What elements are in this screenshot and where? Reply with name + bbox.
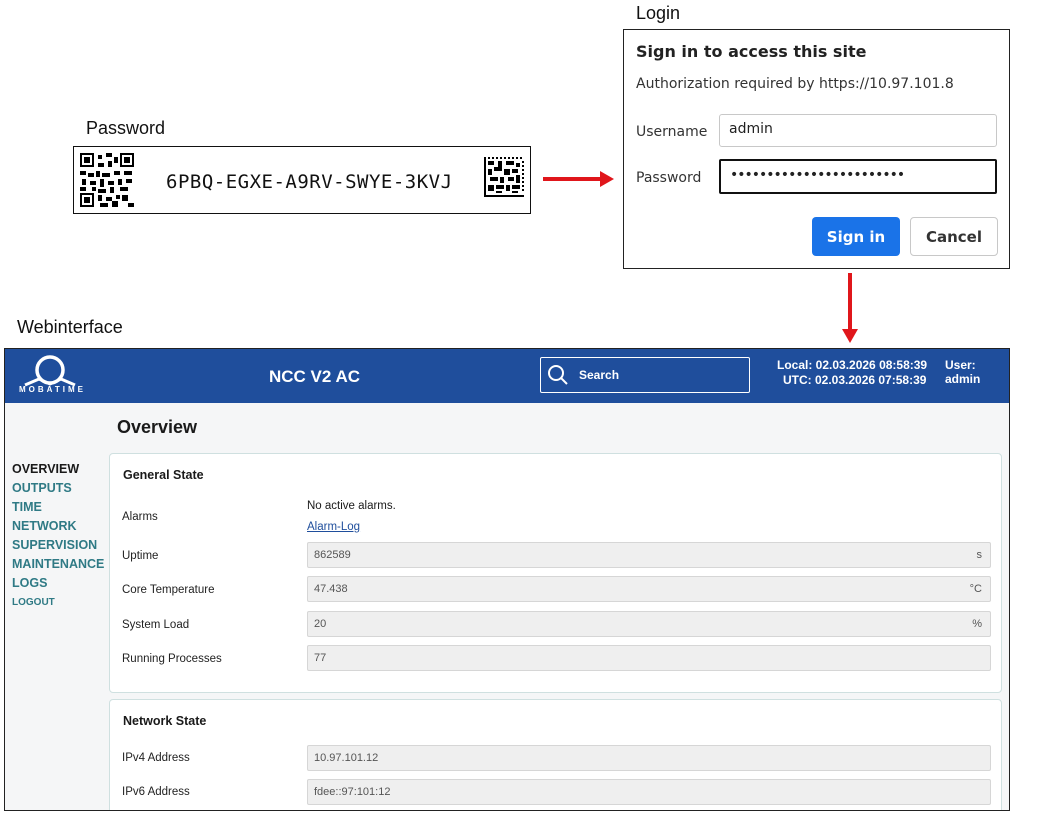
nav-supervision[interactable]: SUPERVISION [12,536,104,555]
local-time: Local: 02.03.2026 08:58:39 [777,358,928,372]
alarms-value: No active alarms. [307,500,396,512]
search-box[interactable]: Search [540,357,750,393]
dialog-subtitle: Authorization required by https://10.97.… [636,76,954,92]
arrow-right-icon [543,177,603,181]
user-indicator: User: admin [945,358,981,386]
login-caption: Login [636,3,681,23]
running-processes-label: Running Processes [122,653,222,665]
alarm-log-link[interactable]: Alarm-Log [307,521,360,533]
utc-time: UTC: 02.03.2026 07:58:39 [783,373,927,387]
system-load-label: System Load [122,619,190,631]
web-interface: MOBATIME NCC V2 AC Search Local: 02.03.2… [4,348,1010,811]
sidebar-nav: OVERVIEW OUTPUTS TIME NETWORK SUPERVISIO… [12,460,104,612]
cancel-button[interactable]: Cancel [910,217,998,256]
ipv4-label: IPv4 Address [122,752,190,764]
nav-time[interactable]: TIME [12,498,104,517]
running-processes-field: 77 [307,645,991,671]
page-title: Overview [117,417,198,437]
arrow-down-icon [848,273,852,331]
core-temperature-field: 47.438 °C [307,576,991,602]
password-field[interactable]: •••••••••••••••••••••••• [719,159,997,194]
core-temperature-label: Core Temperature [122,584,215,596]
dialog-title: Sign in to access this site [636,42,867,61]
nav-network[interactable]: NETWORK [12,517,104,536]
arrowhead-down-icon [842,329,858,343]
nav-overview[interactable]: OVERVIEW [12,460,104,479]
username-label: Username [636,124,708,140]
alarms-label: Alarms [122,511,158,523]
header-bar: MOBATIME NCC V2 AC Search Local: 02.03.2… [5,349,1009,403]
password-code-text: 6PBQ-EGXE-A9RV-SWYE-3KVJ [166,171,453,193]
general-state-card: General State Alarms No active alarms. A… [109,453,1002,693]
password-label-card: 6PBQ-EGXE-A9RV-SWYE-3KVJ [73,146,531,214]
nav-outputs[interactable]: OUTPUTS [12,479,104,498]
logo-text: MOBATIME [19,385,86,394]
sign-in-button[interactable]: Sign in [812,217,900,256]
network-state-title: Network State [123,714,207,728]
ipv4-field: 10.97.101.12 [307,745,991,771]
search-label: Search [579,368,620,382]
password-caption: Password [86,118,166,138]
qr-code-icon [80,153,134,207]
network-state-card: Network State IPv4 Address 10.97.101.12 … [109,699,1002,810]
uptime-label: Uptime [122,550,159,562]
clock-display: Local: 02.03.2026 08:58:39 UTC: 02.03.20… [777,358,927,388]
arrowhead-right-icon [600,171,614,187]
datamatrix-code-icon [484,157,524,197]
login-dialog: Sign in to access this site Authorizatio… [623,29,1010,269]
ipv6-field: fdee::97:101:12 [307,779,991,805]
general-state-title: General State [123,468,204,482]
system-load-field: 20% [307,611,991,637]
password-field-label: Password [636,170,702,186]
uptime-field: 862589 s [307,542,991,568]
ipv6-label: IPv6 Address [122,786,190,798]
nav-maintenance[interactable]: MAINTENANCE [12,555,104,574]
device-title: NCC V2 AC [269,367,360,386]
webinterface-caption: Webinterface [17,317,123,337]
nav-logs[interactable]: LOGS [12,574,104,593]
username-field[interactable]: admin [719,114,997,147]
nav-logout[interactable]: LOGOUT [12,593,104,612]
search-icon [548,365,568,385]
